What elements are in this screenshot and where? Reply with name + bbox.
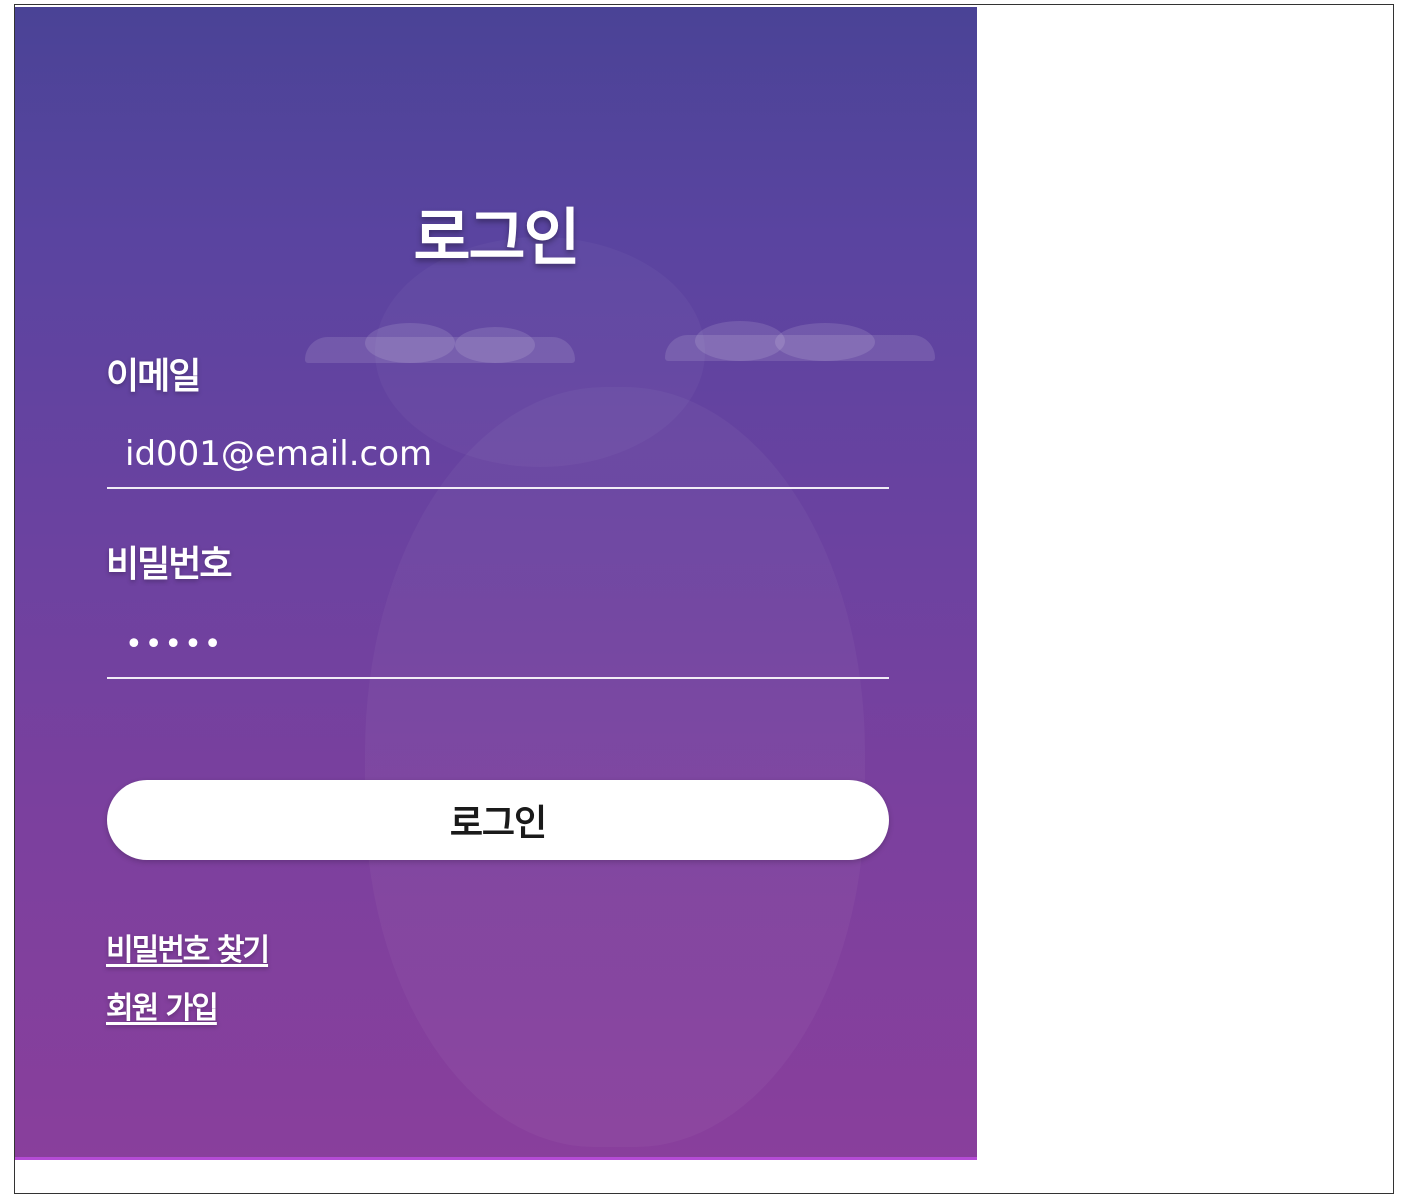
email-label: 이메일 (106, 356, 201, 397)
login-button[interactable]: 로그인 (107, 780, 889, 860)
find-password-link[interactable]: 비밀번호 찾기 (106, 925, 270, 969)
login-panel: 로그인 이메일 비밀번호 로그인 비밀번호 찾기 회원 가입 (15, 7, 977, 1160)
email-field[interactable] (107, 421, 889, 489)
background-cloud-right (665, 321, 935, 361)
background-cloud-left (305, 323, 575, 363)
password-field[interactable] (107, 611, 889, 679)
signup-link[interactable]: 회원 가입 (106, 983, 219, 1027)
page-title: 로그인 (413, 201, 580, 274)
background-balloon-illustration (365, 387, 865, 1147)
password-label: 비밀번호 (106, 544, 232, 585)
